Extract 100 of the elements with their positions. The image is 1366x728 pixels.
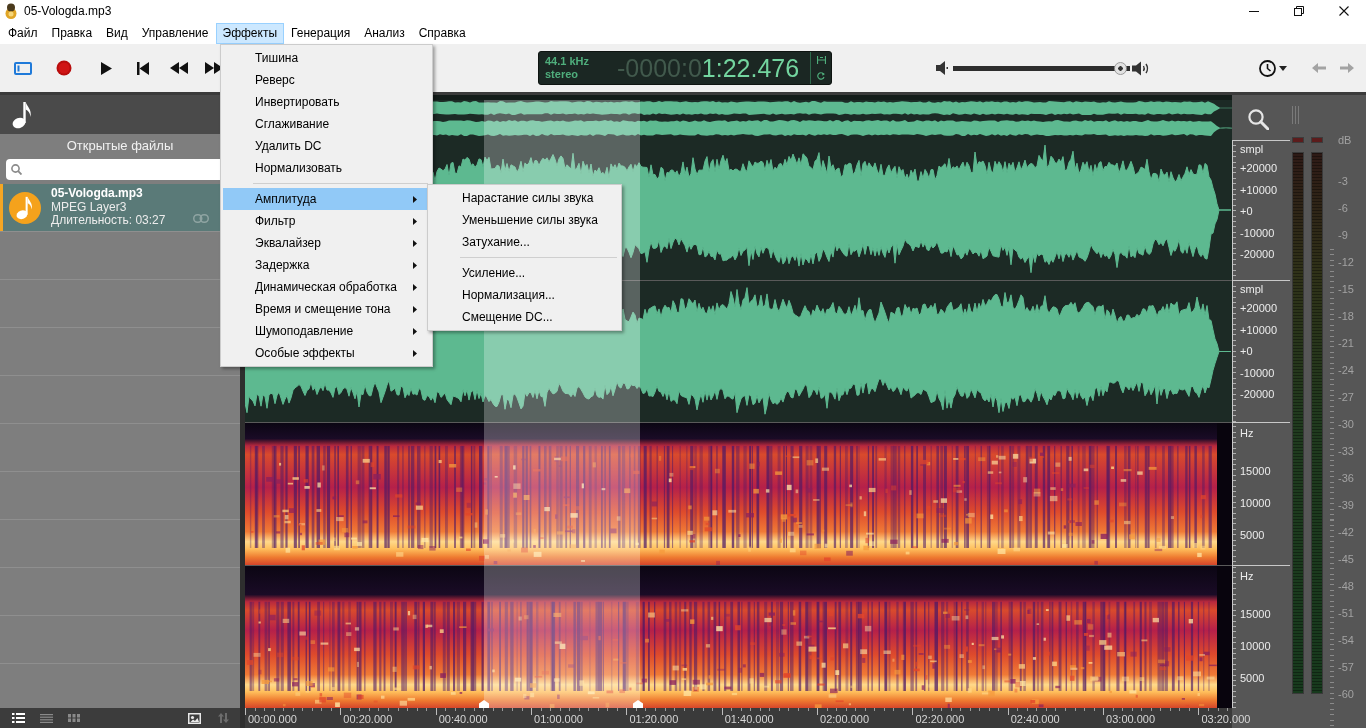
axis-label: 15000 (1239, 464, 1272, 479)
speaker-high-icon[interactable] (1132, 60, 1150, 76)
menu-item[interactable]: Сглаживание (223, 113, 430, 135)
time-label: 03:20.000 (1201, 713, 1251, 727)
window-title: 05-Vologda.mp3 (24, 4, 113, 18)
scale-label: -9 (1338, 227, 1348, 243)
menu-title[interactable]: Файл (1, 22, 45, 44)
menu-title[interactable]: Управление (134, 22, 216, 44)
image-icon[interactable] (188, 712, 201, 724)
file-name: 05-Vologda.mp3 (51, 187, 144, 201)
axis-label: smpl (1239, 142, 1265, 157)
menu-item[interactable]: Нормализовать (223, 157, 430, 179)
search-icon[interactable] (1248, 109, 1269, 130)
menu-title[interactable]: Правка (44, 22, 100, 44)
axis-label: -10000 (1239, 225, 1276, 241)
close-icon[interactable] (1338, 6, 1349, 16)
axis-label: 10000 (1239, 639, 1272, 654)
time-label: 00:00.000 (248, 713, 297, 727)
caret-icon[interactable] (1279, 65, 1287, 71)
menu-item[interactable]: Тишина (223, 47, 430, 69)
restore-icon[interactable] (1293, 6, 1304, 16)
scale-label: -51 (1338, 606, 1354, 622)
peak-indicator (1292, 137, 1304, 143)
music-file-icon (9, 191, 41, 224)
scale-label: -60 (1338, 687, 1354, 703)
panel-toggle-icon[interactable] (14, 61, 32, 75)
rewind-icon[interactable] (170, 62, 188, 74)
menu-item[interactable]: Эквалайзер (223, 232, 430, 254)
skip-back-icon[interactable] (137, 61, 149, 75)
menu-title[interactable]: Справка (411, 22, 473, 44)
grid-view-icon[interactable] (68, 714, 80, 722)
scale-label: -21 (1338, 335, 1354, 351)
scale-label: -54 (1338, 633, 1354, 649)
music-note-icon[interactable] (12, 100, 32, 129)
axis-label: 5000 (1239, 528, 1266, 543)
time-label: 02:40.000 (1010, 713, 1060, 727)
menu-item[interactable]: Смещение DC... (430, 306, 619, 328)
axis-label: -10000 (1239, 365, 1276, 381)
scale-label: -45 (1338, 552, 1354, 568)
menu-title[interactable]: Вид (99, 22, 135, 44)
scale-label: -12 (1338, 254, 1354, 270)
menu-title[interactable]: Анализ (357, 22, 412, 44)
time-label: 01:00.000 (534, 713, 583, 727)
scale-label: -36 (1338, 471, 1354, 487)
menu-item[interactable]: Особые эффекты (223, 342, 430, 364)
fast-forward-icon[interactable] (205, 62, 223, 74)
time-label: 00:20.000 (343, 713, 393, 727)
panel-title: Открытые файлы (65, 137, 175, 155)
volume-thumb[interactable] (1113, 61, 1127, 75)
file-duration: Длительность: 03:27 (51, 214, 166, 228)
play-icon[interactable] (100, 61, 112, 75)
time-readout: 1:22.476 (701, 53, 800, 83)
menu-item[interactable]: Нарастание силы звука (430, 187, 619, 209)
menu-item[interactable]: Реверс (223, 69, 430, 91)
menu-item[interactable]: Динамическая обработка (223, 276, 430, 298)
scale-label: -30 (1338, 416, 1354, 432)
grip-icon[interactable] (1292, 106, 1299, 124)
details-view-icon[interactable] (12, 713, 25, 723)
scale-label: -15 (1338, 281, 1354, 297)
time-label: 00:40.000 (438, 713, 488, 727)
time-label: 02:00.000 (820, 713, 869, 727)
menu-item[interactable]: Шумоподавление (223, 320, 430, 342)
scale-label: -48 (1338, 579, 1354, 595)
menu-item[interactable]: Уменьшение силы звука (430, 209, 619, 231)
menu-item[interactable]: Задержка (223, 254, 430, 276)
axis-label: smpl (1239, 282, 1265, 297)
scale-label: -39 (1338, 498, 1354, 514)
menu-item[interactable]: Удалить DC (223, 135, 430, 157)
range-icon[interactable] (816, 56, 826, 64)
menu-item[interactable]: Амплитуда (223, 188, 430, 210)
menu-title[interactable]: Эффекты (215, 22, 285, 44)
time-label: 01:20.000 (629, 713, 679, 727)
axis-label: +10000 (1239, 322, 1278, 338)
scale-label: dB (1338, 133, 1352, 148)
sample-rate: 44.1 kHz (545, 55, 591, 68)
scale-label: -3 (1338, 173, 1348, 189)
menu-item[interactable]: Затухание... (430, 231, 619, 253)
file-format: MPEG Layer3 (51, 200, 127, 215)
axis-label: 10000 (1239, 496, 1272, 511)
axis-label: +0 (1239, 344, 1254, 359)
speaker-low-icon[interactable] (936, 61, 948, 75)
list-view-icon[interactable] (40, 713, 53, 723)
axis-label: 15000 (1239, 607, 1272, 622)
menu-item[interactable]: Время и смещение тона (223, 298, 430, 320)
scale-label: -18 (1338, 308, 1354, 324)
time-label: 01:40.000 (724, 713, 774, 727)
axis-label: +0 (1239, 204, 1254, 219)
menu-item[interactable]: Нормализация... (430, 284, 619, 306)
peak-indicator (1311, 137, 1323, 143)
clock-icon[interactable] (1259, 59, 1276, 77)
loop-icon[interactable] (817, 72, 825, 80)
menu-item[interactable]: Усиление... (430, 262, 619, 284)
scale-label: -27 (1338, 389, 1354, 405)
scale-label: -24 (1338, 362, 1354, 378)
minimize-icon[interactable] (1248, 10, 1259, 12)
menu-title[interactable]: Генерация (284, 22, 358, 44)
menu-item[interactable]: Инвертировать (223, 91, 430, 113)
axis-label: +20000 (1239, 301, 1278, 316)
record-icon[interactable] (56, 60, 72, 76)
scale-label: -57 (1338, 660, 1354, 676)
